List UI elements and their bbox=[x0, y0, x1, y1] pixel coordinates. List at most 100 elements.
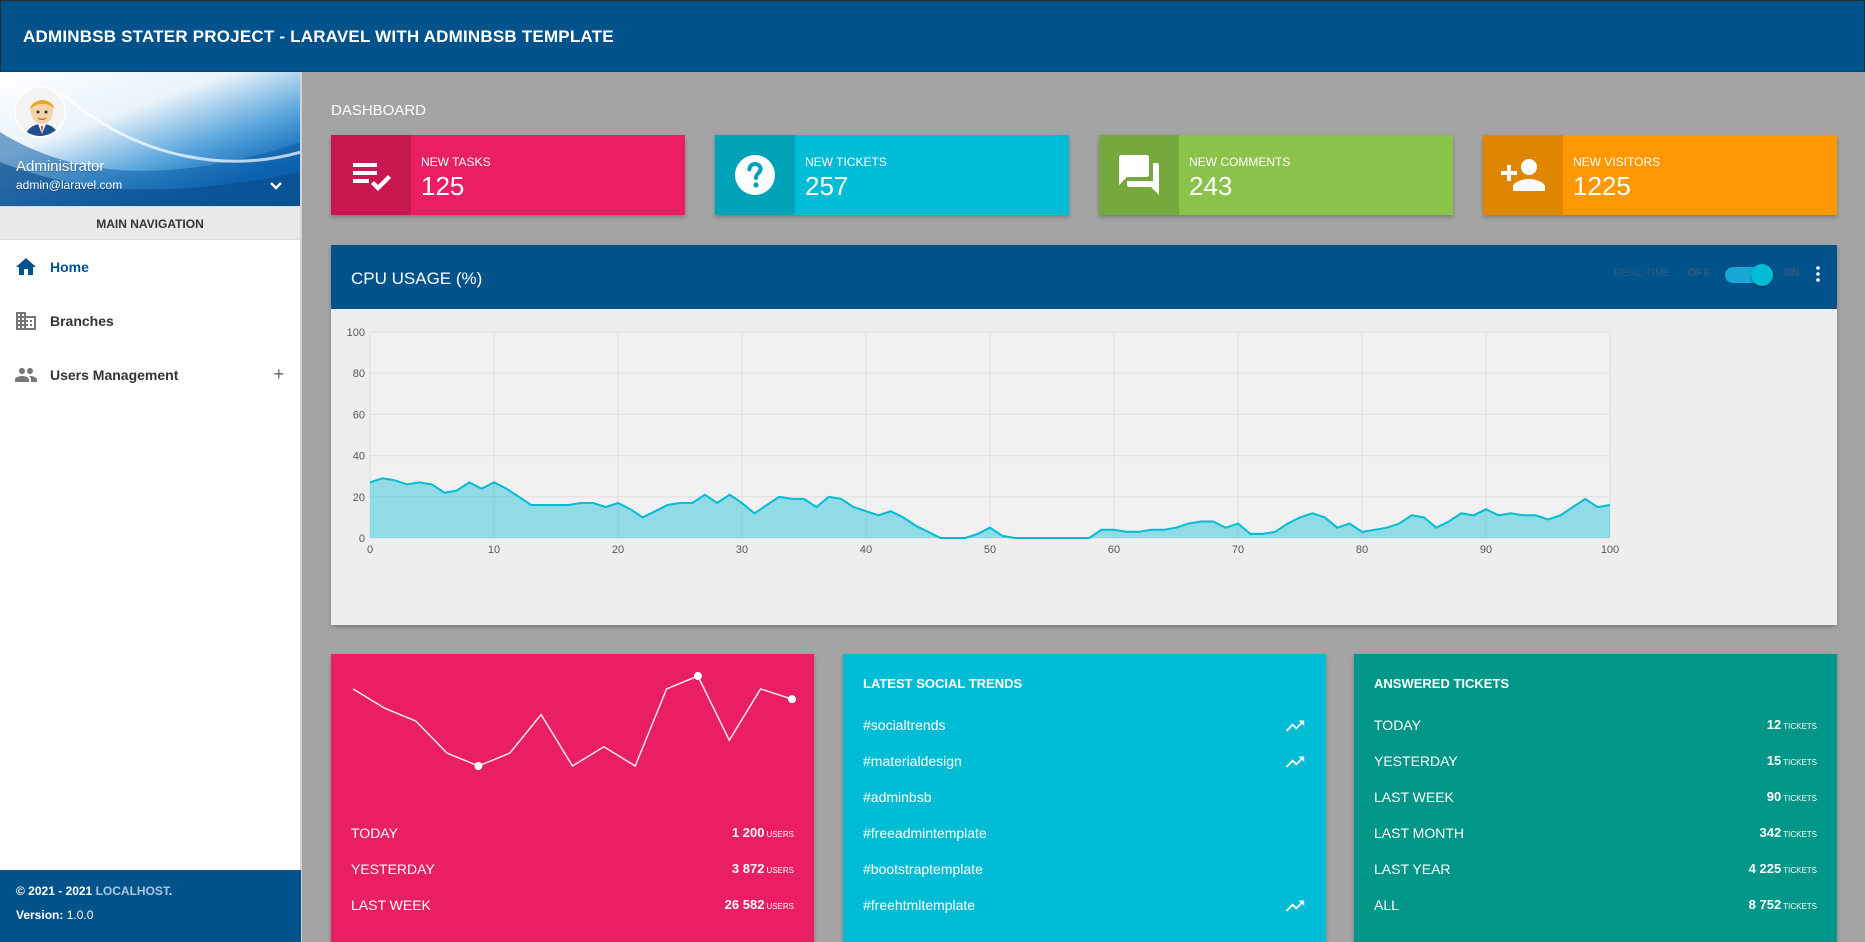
y-tick-label: 20 bbox=[353, 492, 365, 504]
person-add-icon bbox=[1501, 159, 1545, 191]
stat-label: TODAY bbox=[351, 825, 398, 841]
infobox-value: 243 bbox=[1189, 171, 1233, 201]
ticket-unit: TICKETS bbox=[1783, 830, 1817, 839]
stat-value-wrap: 1 200 USERS bbox=[732, 825, 794, 840]
copyright-line: © 2021 - 2021 LOCALHOST. bbox=[16, 884, 285, 898]
trend-item[interactable]: #socialtrends bbox=[863, 717, 1306, 737]
sidebar-item-label: Home bbox=[50, 259, 89, 275]
sidebar-item-label: Users Management bbox=[50, 367, 179, 383]
ticket-value-wrap: 342 TICKETS bbox=[1760, 825, 1817, 840]
trend-tag: #materialdesign bbox=[863, 753, 962, 769]
help-circle-icon bbox=[735, 155, 775, 195]
toggle-off-label: OFF bbox=[1688, 267, 1710, 279]
trend-item[interactable]: #bootstraptemplate bbox=[863, 861, 1306, 881]
version-value: 1.0.0 bbox=[66, 908, 94, 922]
chevron-down-icon[interactable] bbox=[268, 178, 284, 194]
ticket-value: 90 bbox=[1766, 789, 1782, 804]
expand-plus-icon[interactable]: + bbox=[273, 364, 284, 384]
ticket-label: ALL bbox=[1374, 897, 1399, 913]
ticket-value-wrap: 4 225 TICKETS bbox=[1749, 861, 1817, 876]
infobox-label: NEW COMMENTS bbox=[1189, 155, 1291, 169]
trending-up-icon bbox=[1285, 900, 1305, 912]
sidebar: Administrator admin@laravel.com MAIN NAV… bbox=[0, 72, 301, 942]
x-tick-label: 100 bbox=[1601, 544, 1619, 556]
trending-up-icon bbox=[1285, 720, 1305, 732]
answered-tickets-title: ANSWERED TICKETS bbox=[1374, 676, 1510, 691]
user-info-panel: Administrator admin@laravel.com bbox=[0, 72, 300, 206]
trend-tag: #bootstraptemplate bbox=[863, 861, 983, 877]
infobox-value: 1225 bbox=[1573, 171, 1631, 201]
ticket-row: LAST YEAR 4 225 TICKETS bbox=[1374, 861, 1817, 881]
y-tick-label: 60 bbox=[353, 409, 365, 421]
visitors-sparkline bbox=[352, 672, 796, 770]
more-vert-icon[interactable] bbox=[1811, 263, 1825, 285]
ticket-label: LAST MONTH bbox=[1374, 825, 1464, 841]
infobox-new-visitors[interactable]: NEW VISITORS 1225 bbox=[1483, 135, 1837, 215]
version-line: Version: 1.0.0 bbox=[16, 908, 285, 922]
stat-unit: USERS bbox=[766, 902, 794, 911]
infobox-label: NEW VISITORS bbox=[1573, 155, 1661, 169]
x-tick-label: 60 bbox=[1108, 544, 1120, 556]
x-tick-label: 10 bbox=[488, 544, 500, 556]
sparkline-point bbox=[474, 762, 483, 770]
sidebar-item-branches[interactable]: Branches bbox=[0, 294, 300, 348]
ticket-row: LAST MONTH 342 TICKETS bbox=[1374, 825, 1817, 845]
infobox-new-tasks[interactable]: NEW TASKS 125 bbox=[331, 135, 685, 215]
ticket-unit: TICKETS bbox=[1783, 722, 1817, 731]
ticket-value: 4 225 bbox=[1748, 861, 1782, 876]
stat-label: YESTERDAY bbox=[351, 861, 435, 877]
ticket-value-wrap: 8 752 TICKETS bbox=[1749, 897, 1817, 912]
sparkline-line bbox=[352, 675, 793, 768]
brand-link[interactable]: LOCALHOST bbox=[96, 884, 169, 898]
infobox-new-comments[interactable]: NEW COMMENTS 243 bbox=[1099, 135, 1453, 215]
building-icon bbox=[16, 312, 36, 330]
stat-unit: USERS bbox=[766, 866, 794, 875]
avatar[interactable] bbox=[14, 86, 66, 138]
toggle-knob bbox=[1751, 264, 1773, 286]
social-trends-title: LATEST SOCIAL TRENDS bbox=[863, 676, 1023, 691]
infobox-label: NEW TASKS bbox=[421, 155, 491, 169]
ticket-label: LAST WEEK bbox=[1374, 789, 1454, 805]
ticket-value-wrap: 15 TICKETS bbox=[1767, 753, 1817, 768]
infobox-new-tickets[interactable]: NEW TICKETS 257 bbox=[715, 135, 1069, 215]
ticket-row: ALL 8 752 TICKETS bbox=[1374, 897, 1817, 917]
stat-label: LAST WEEK bbox=[351, 897, 431, 913]
infobox-icon-container bbox=[1483, 135, 1563, 215]
trend-item[interactable]: #materialdesign bbox=[863, 753, 1306, 773]
trend-item[interactable]: #freeadmintemplate bbox=[863, 825, 1306, 845]
ticket-row: YESTERDAY 15 TICKETS bbox=[1374, 753, 1817, 773]
sparkline-point bbox=[788, 695, 796, 704]
app-title[interactable]: ADMINBSB STATER PROJECT - LARAVEL WITH A… bbox=[23, 27, 614, 47]
home-icon bbox=[16, 258, 36, 275]
stat-value: 3 872 bbox=[731, 861, 765, 876]
playlist-check-icon bbox=[353, 163, 391, 191]
trend-item[interactable]: #freehtmltemplate bbox=[863, 897, 1306, 917]
nav-header: MAIN NAVIGATION bbox=[0, 206, 300, 240]
y-tick-label: 0 bbox=[359, 533, 365, 545]
forum-icon bbox=[1119, 155, 1159, 195]
x-tick-label: 0 bbox=[367, 544, 373, 556]
x-tick-label: 30 bbox=[736, 544, 748, 556]
sidebar-item-users-management[interactable]: Users Management + bbox=[0, 348, 300, 402]
cpu-usage-card: CPU USAGE (%) REAL TIME OFF ON 0 10 20 30 40… bbox=[331, 245, 1837, 625]
page-title: DASHBOARD bbox=[331, 102, 427, 119]
version-label: Version: bbox=[16, 908, 64, 922]
ticket-label: TODAY bbox=[1374, 717, 1421, 733]
stat-row: LAST WEEK 26 582 USERS bbox=[351, 897, 794, 917]
ticket-value-wrap: 90 TICKETS bbox=[1767, 789, 1817, 804]
realtime-toggle[interactable] bbox=[1725, 264, 1773, 286]
x-tick-label: 20 bbox=[612, 544, 624, 556]
trend-tag: #freehtmltemplate bbox=[863, 897, 976, 913]
copyright-text: © 2021 - 2021 bbox=[16, 884, 93, 898]
cpu-usage-chart: 0 10 20 30 40 50 60 70 80 90 100 0 20 40 60 80 100 bbox=[347, 327, 1620, 556]
infobox-label: NEW TICKETS bbox=[805, 155, 887, 169]
infobox-value: 125 bbox=[421, 171, 465, 201]
ticket-value: 12 bbox=[1766, 717, 1782, 732]
stat-value: 1 200 bbox=[731, 825, 765, 840]
ticket-row: TODAY 12 TICKETS bbox=[1374, 717, 1817, 737]
trending-up-icon bbox=[1285, 756, 1305, 768]
user-email: admin@laravel.com bbox=[16, 178, 123, 192]
sidebar-item-home[interactable]: Home bbox=[0, 240, 300, 294]
trend-item[interactable]: #adminbsb bbox=[863, 789, 1306, 809]
trend-tag: #socialtrends bbox=[863, 717, 946, 733]
